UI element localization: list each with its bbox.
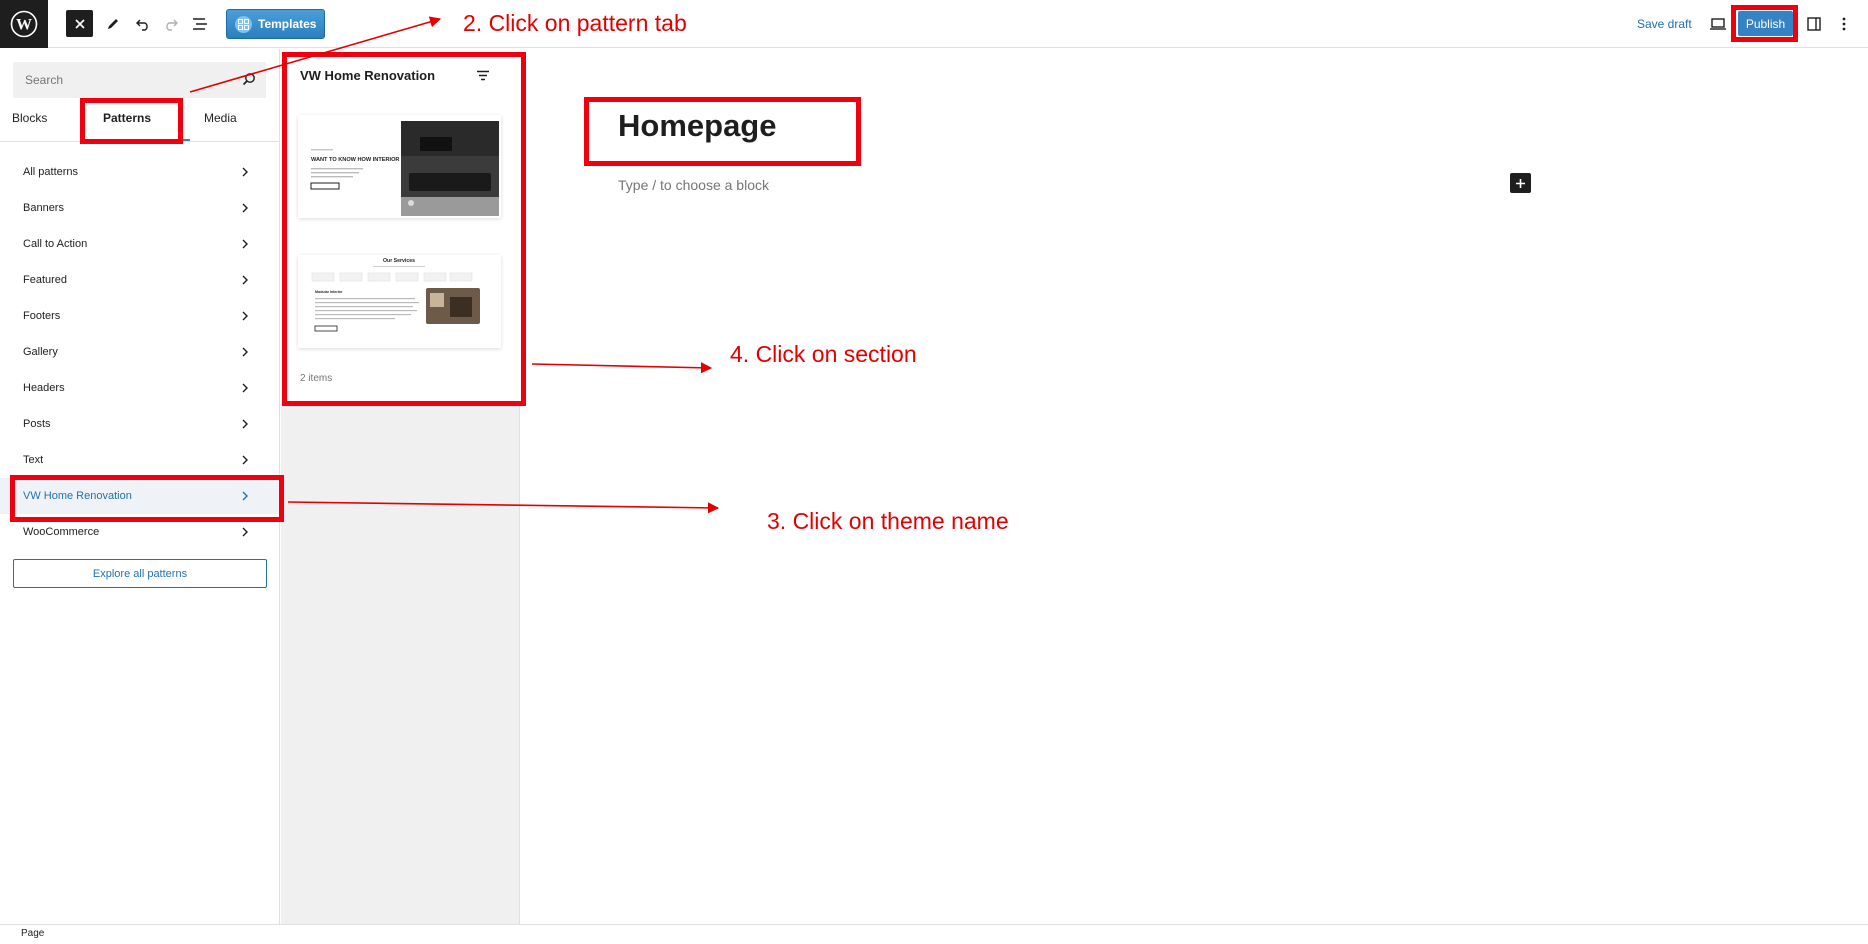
annotation-step4: 4. Click on section <box>730 341 917 367</box>
chevron-right-icon <box>242 527 248 537</box>
chevron-right-icon <box>242 419 248 429</box>
document-overview-button[interactable] <box>184 8 216 40</box>
top-toolbar: W Templates Save draft Publish <box>0 0 1868 48</box>
tools-button[interactable] <box>97 8 129 40</box>
pattern-category-panel: VW Home Renovation WANT TO KNOW HOW INTE… <box>281 49 520 924</box>
plus-icon <box>1516 178 1525 188</box>
block-placeholder[interactable]: Type / to choose a block <box>618 177 769 193</box>
redo-button[interactable] <box>155 8 187 40</box>
chevron-right-icon <box>242 239 248 249</box>
pattern-count: 2 items <box>300 373 333 384</box>
chevron-right-icon <box>242 167 248 177</box>
chevron-right-icon <box>242 275 248 285</box>
tab-patterns[interactable]: Patterns <box>103 111 151 141</box>
pattern-preview-services[interactable]: Our Services Modular Interior <box>298 255 501 348</box>
pattern-preview-hero[interactable]: WANT TO KNOW HOW INTERIOR WILL COST? <box>298 115 501 218</box>
page-title[interactable]: Homepage <box>618 108 776 144</box>
category-headers[interactable]: Headers <box>0 370 280 406</box>
services-subheading: Modular Interior <box>315 290 343 294</box>
settings-sidebar-button[interactable] <box>1798 8 1830 40</box>
category-label: Headers <box>23 382 65 394</box>
category-all-patterns[interactable]: All patterns <box>0 154 280 190</box>
category-woocommerce[interactable]: WooCommerce <box>0 514 280 550</box>
save-draft-button[interactable]: Save draft <box>1637 17 1692 31</box>
preview-button[interactable] <box>1702 8 1734 40</box>
category-banners[interactable]: Banners <box>0 190 280 226</box>
pattern-category-title: VW Home Renovation <box>300 68 436 83</box>
desktop-preview-icon <box>1710 18 1726 30</box>
chevron-right-icon <box>242 311 248 321</box>
category-vw-home-renovation[interactable]: VW Home Renovation <box>0 478 280 514</box>
chevron-right-icon <box>242 491 248 501</box>
undo-icon <box>136 19 148 31</box>
category-label: Gallery <box>23 346 58 358</box>
category-text[interactable]: Text <box>0 442 280 478</box>
category-gallery[interactable]: Gallery <box>0 334 280 370</box>
category-label: VW Home Renovation <box>23 490 132 502</box>
category-posts[interactable]: Posts <box>0 406 280 442</box>
category-featured[interactable]: Featured <box>0 262 280 298</box>
chevron-right-icon <box>242 347 248 357</box>
pattern-category-list: All patterns Banners Call to Action Feat… <box>0 154 280 550</box>
pattern-thumbnail-hero: WANT TO KNOW HOW INTERIOR WILL COST? <box>298 115 501 218</box>
category-label: Text <box>23 454 44 466</box>
explore-all-patterns-button[interactable]: Explore all patterns <box>13 559 267 588</box>
tab-media[interactable]: Media <box>204 111 237 141</box>
category-label: All patterns <box>23 166 79 178</box>
search-input[interactable] <box>13 62 233 98</box>
category-label: Featured <box>23 274 68 286</box>
editor-footer: Page <box>0 924 1868 944</box>
pattern-thumbnail-services: Our Services Modular Interior <box>298 255 501 348</box>
category-label: Call to Action <box>23 238 88 250</box>
tabs-divider <box>0 141 280 142</box>
tab-blocks[interactable]: Blocks <box>12 111 47 141</box>
services-heading: Our Services <box>383 258 415 264</box>
redo-icon <box>166 19 178 31</box>
options-button[interactable] <box>1828 8 1860 40</box>
sidebar-icon <box>1807 17 1821 31</box>
templates-button[interactable]: Templates <box>226 9 325 39</box>
svg-text:W: W <box>16 17 32 34</box>
publish-button[interactable]: Publish <box>1738 11 1793 36</box>
wordpress-logo-button[interactable]: W <box>0 0 48 48</box>
chevron-right-icon <box>242 455 248 465</box>
close-inserter-button[interactable] <box>66 10 93 37</box>
pencil-icon <box>108 19 118 29</box>
category-call-to-action[interactable]: Call to Action <box>0 226 280 262</box>
templates-icon <box>235 15 252 33</box>
inserter-tabs: Blocks Patterns Media <box>0 111 280 141</box>
search-icon <box>242 73 255 86</box>
chevron-right-icon <box>242 203 248 213</box>
annotation-step3: 3. Click on theme name <box>767 508 1009 534</box>
chevron-right-icon <box>242 383 248 393</box>
list-view-icon <box>193 18 207 30</box>
category-label: Banners <box>23 202 64 214</box>
wordpress-icon: W <box>10 10 38 38</box>
close-icon <box>74 18 85 29</box>
category-label: WooCommerce <box>23 526 100 538</box>
more-vertical-icon <box>1842 17 1846 31</box>
templates-label: Templates <box>258 17 317 31</box>
block-inserter-panel: Blocks Patterns Media All patterns Banne… <box>0 49 280 924</box>
search-box <box>13 62 266 98</box>
category-label: Posts <box>23 418 51 430</box>
category-footers[interactable]: Footers <box>0 298 280 334</box>
category-label: Footers <box>23 310 61 322</box>
pattern-list-container: VW Home Renovation WANT TO KNOW HOW INTE… <box>281 49 520 401</box>
filter-icon <box>477 70 489 81</box>
annotation-step2: 2. Click on pattern tab <box>463 10 687 36</box>
filter-button[interactable] <box>477 68 489 86</box>
add-block-button[interactable] <box>1510 173 1531 193</box>
breadcrumb[interactable]: Page <box>21 928 44 939</box>
